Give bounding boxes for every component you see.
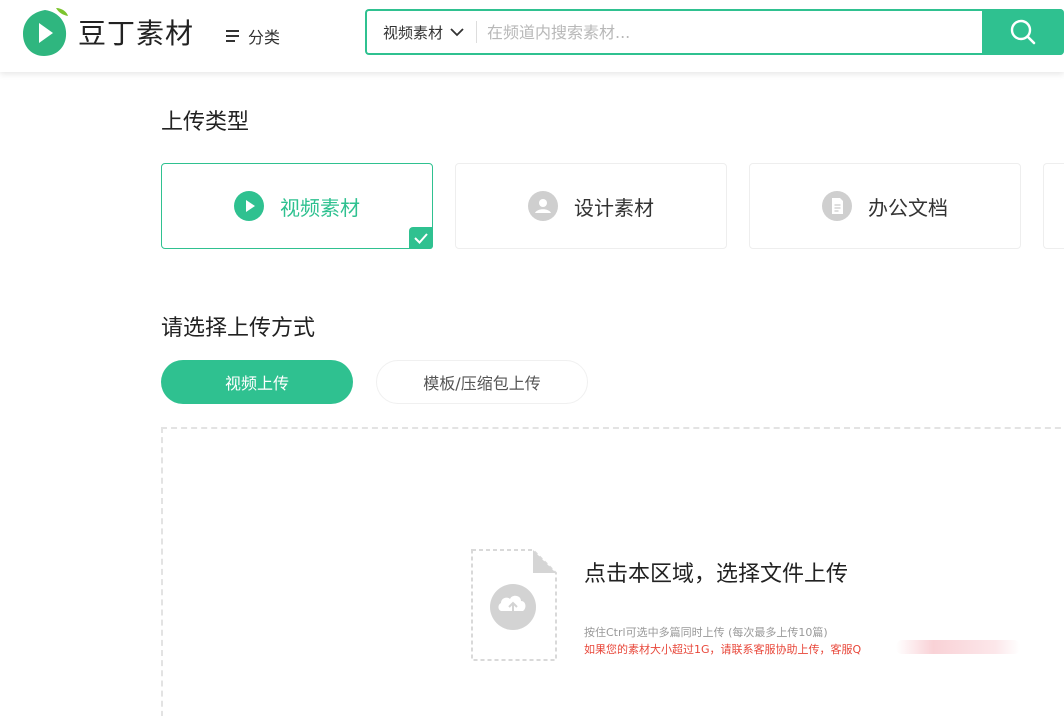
redacted-contact — [896, 640, 1020, 654]
search-input[interactable] — [487, 17, 967, 47]
type-option-label: 视频素材 — [280, 195, 360, 220]
document-circle-icon — [822, 191, 852, 221]
play-circle-icon — [234, 191, 264, 221]
tab-video-upload[interactable]: 视频上传 — [161, 360, 353, 404]
type-option-design[interactable]: 设计素材 — [455, 163, 727, 249]
category-label: 分类 — [248, 28, 281, 47]
channel-label: 视频素材 — [383, 23, 444, 42]
upload-type-title: 上传类型 — [161, 110, 250, 135]
type-option-label: 设计素材 — [574, 195, 654, 220]
menu-lines-icon — [226, 30, 240, 42]
type-option-label: 办公文档 — [868, 195, 948, 220]
logo-text: 豆丁素材 — [78, 17, 195, 50]
top-header: 豆丁素材 分类 视频素材 — [0, 0, 1064, 72]
search-icon — [1010, 19, 1036, 45]
dropzone-hint: 按住Ctrl可选中多篇同时上传 (每次最多上传10篇) — [584, 626, 828, 639]
category-menu-button[interactable]: 分类 — [226, 24, 280, 48]
type-option-partial[interactable] — [1043, 163, 1064, 249]
search-bar: 视频素材 — [365, 9, 1064, 55]
selected-check-icon — [409, 227, 433, 249]
upload-file-icon — [471, 549, 557, 661]
image-circle-icon — [528, 191, 558, 221]
logo-leaf-icon — [23, 8, 68, 56]
channel-dropdown[interactable]: 视频素材 — [383, 11, 465, 53]
site-logo[interactable]: 豆丁素材 — [20, 6, 194, 58]
chevron-down-icon — [450, 28, 464, 37]
search-button[interactable] — [982, 9, 1064, 55]
tab-template-upload[interactable]: 模板/压缩包上传 — [376, 360, 588, 404]
type-option-office[interactable]: 办公文档 — [749, 163, 1021, 249]
dropzone-title: 点击本区域，选择文件上传 — [584, 562, 849, 587]
upload-method-title: 请选择上传方式 — [161, 316, 316, 341]
dropzone-size-warning: 如果您的素材大小超过1G，请联系客服协助上传，客服Q — [584, 643, 862, 656]
search-divider — [476, 21, 477, 43]
type-option-video[interactable]: 视频素材 — [161, 163, 433, 249]
